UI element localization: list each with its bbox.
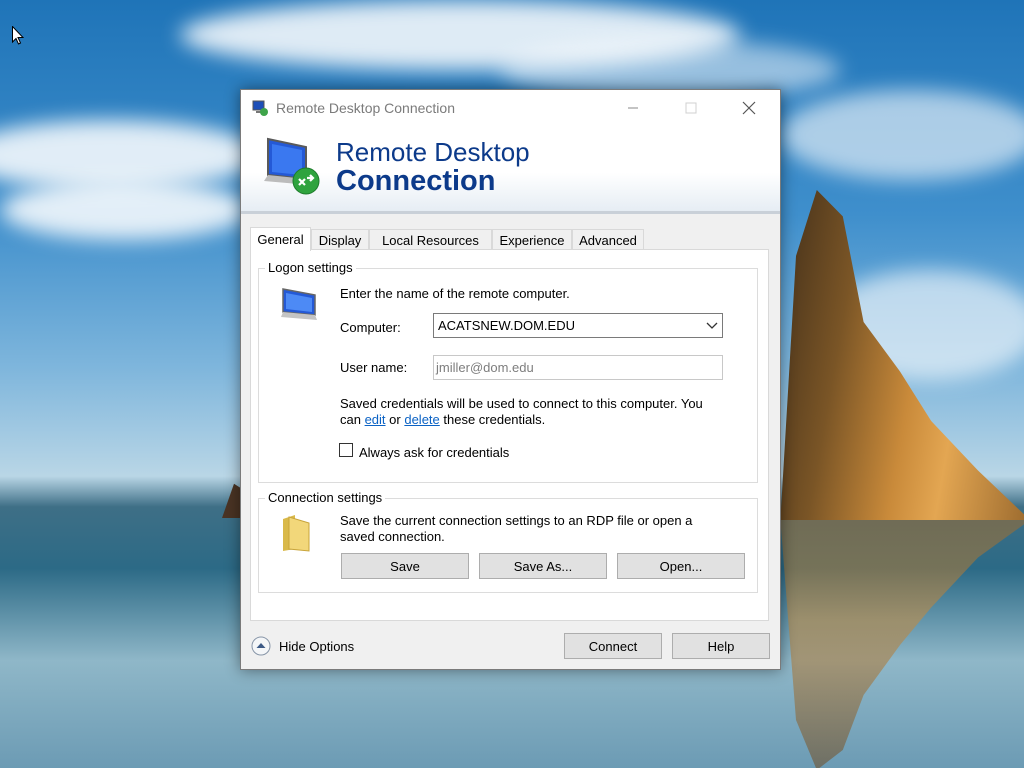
saved-text-part: these credentials.	[439, 412, 546, 427]
connect-button[interactable]: Connect	[564, 633, 662, 659]
banner-title-line2: Connection	[336, 165, 496, 197]
title-bar[interactable]: Remote Desktop Connection	[241, 90, 780, 126]
close-icon	[742, 101, 756, 115]
always-ask-label[interactable]: Always ask for credentials	[359, 445, 509, 460]
open-button[interactable]: Open...	[617, 553, 745, 579]
delete-credentials-link[interactable]: delete	[404, 412, 439, 427]
remote-desktop-icon	[264, 137, 320, 195]
saved-credentials-text-line1: Saved credentials will be used to connec…	[340, 396, 703, 411]
tab-general[interactable]: General	[250, 227, 311, 251]
remote-desktop-icon	[252, 100, 268, 116]
edit-credentials-link[interactable]: edit	[365, 412, 386, 427]
header-banner: Remote Desktop Connection	[241, 126, 780, 214]
minimize-button[interactable]	[610, 90, 656, 126]
connection-desc-line1: Save the current connection settings to …	[340, 513, 693, 528]
general-tab-panel: Logon settings Enter the name of the rem…	[250, 249, 769, 621]
username-field[interactable]: jmiller@dom.edu	[433, 355, 723, 380]
always-ask-checkbox[interactable]	[339, 443, 353, 457]
cloud	[0, 180, 250, 240]
maximize-button[interactable]	[668, 90, 714, 126]
computer-combobox[interactable]: ACATSNEW.DOM.EDU	[433, 313, 723, 338]
chevron-down-icon	[706, 322, 718, 329]
chevron-up-icon	[251, 636, 271, 656]
maximize-icon	[685, 102, 697, 114]
computer-icon	[281, 288, 317, 320]
tab-local-resources[interactable]: Local Resources	[369, 229, 492, 250]
tab-display[interactable]: Display	[311, 229, 369, 250]
computer-combobox-value: ACATSNEW.DOM.EDU	[438, 318, 575, 333]
saved-text-part: or	[385, 412, 405, 427]
username-label: User name:	[340, 360, 408, 375]
logon-settings-group: Logon settings Enter the name of the rem…	[258, 260, 758, 483]
logon-intro-text: Enter the name of the remote computer.	[340, 286, 570, 301]
folder-icon	[283, 515, 310, 552]
save-button[interactable]: Save	[341, 553, 469, 579]
rock-reflection	[780, 520, 1024, 768]
connection-settings-title: Connection settings	[265, 490, 386, 505]
cloud	[780, 90, 1024, 180]
close-button[interactable]	[726, 90, 772, 126]
username-value: jmiller@dom.edu	[436, 360, 534, 375]
computer-label: Computer:	[340, 320, 401, 335]
window-title: Remote Desktop Connection	[276, 100, 455, 116]
saved-credentials-text-line2: can edit or delete these credentials.	[340, 412, 545, 427]
hide-options-label: Hide Options	[279, 638, 355, 654]
saved-text-part: can	[340, 412, 365, 427]
help-button[interactable]: Help	[672, 633, 770, 659]
banner-title-line1: Remote Desktop	[336, 137, 530, 167]
minimize-icon	[628, 107, 638, 109]
connection-settings-group: Connection settings Save the current con…	[258, 490, 758, 593]
mouse-cursor-icon	[12, 26, 24, 45]
tab-experience[interactable]: Experience	[492, 229, 572, 250]
hide-options-toggle[interactable]: Hide Options	[251, 636, 354, 656]
logon-settings-title: Logon settings	[265, 260, 356, 275]
tab-advanced[interactable]: Advanced	[572, 229, 644, 250]
connection-desc-line2: saved connection.	[340, 529, 445, 544]
rdp-dialog: Remote Desktop Connection Remote Desktop…	[240, 89, 781, 670]
save-as-button[interactable]: Save As...	[479, 553, 607, 579]
